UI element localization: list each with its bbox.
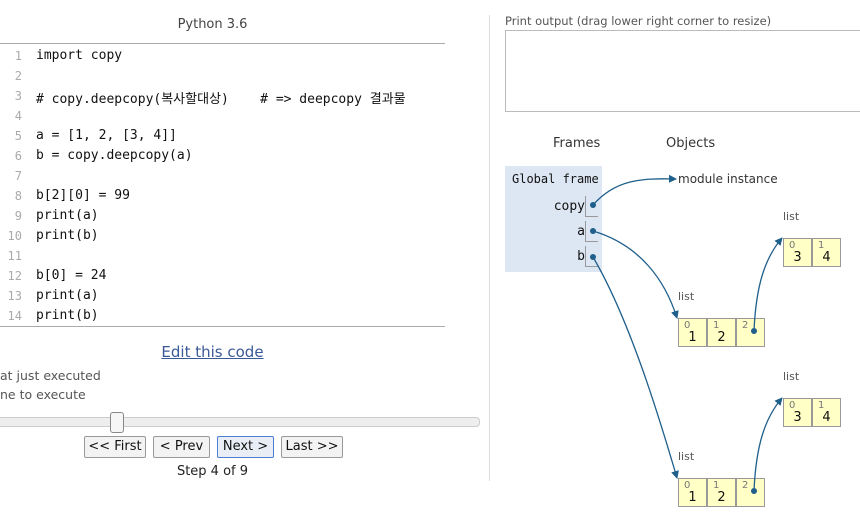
copy-pointer-dot: [590, 202, 596, 208]
a-inner-pointer-dot: [751, 328, 757, 334]
a-pointer-dot: [590, 228, 596, 234]
copy-pointer: [592, 174, 677, 206]
b-pointer: [592, 256, 679, 479]
a-pointer: [592, 230, 679, 319]
b-inner-pointer: [753, 397, 783, 492]
a-inner-pointer: [753, 237, 783, 332]
b-inner-pointer-dot: [751, 488, 757, 494]
b-pointer-dot: [590, 254, 596, 260]
pointer-arrows: [590, 174, 783, 494]
